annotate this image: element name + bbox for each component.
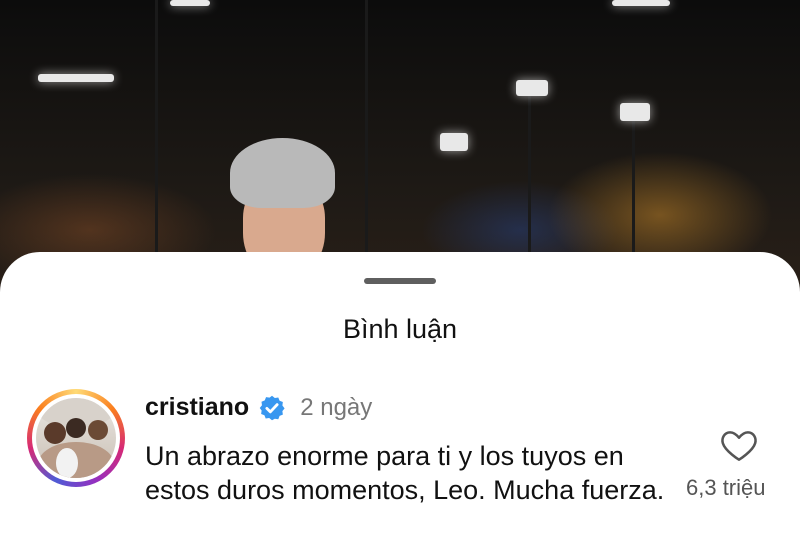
avatar-head [88,420,108,440]
ceiling-lamp [170,0,210,6]
comment-timestamp: 2 ngày [300,393,373,421]
person-photo [225,138,340,278]
ceiling-lamp [612,0,670,6]
person-hair [230,138,335,208]
comment-username[interactable]: cristiano [145,393,249,422]
avatar-head [66,418,86,438]
ceiling-lamp [516,80,548,96]
avatar-image [36,398,116,478]
drag-handle[interactable] [364,278,436,284]
comments-sheet: Bình luận cristiano 2 ngày Un abrazo eno… [0,252,800,542]
avatar-head [44,422,66,444]
verified-badge-icon [259,395,285,420]
avatar[interactable] [27,389,125,487]
comment-text: Un abrazo enorme para ti y los tuyos en … [145,441,665,505]
heart-outline-icon[interactable] [720,427,758,463]
avatar-border [32,394,120,482]
ceiling-lamp [620,103,650,121]
sheet-title: Bình luận [342,314,458,344]
ceiling-lamp [440,133,468,151]
ceiling-lamp [38,74,114,82]
like-count: 6,3 triệu [686,475,766,500]
comment-header: cristiano 2 ngày [145,393,372,422]
avatar-shirt [56,448,78,478]
